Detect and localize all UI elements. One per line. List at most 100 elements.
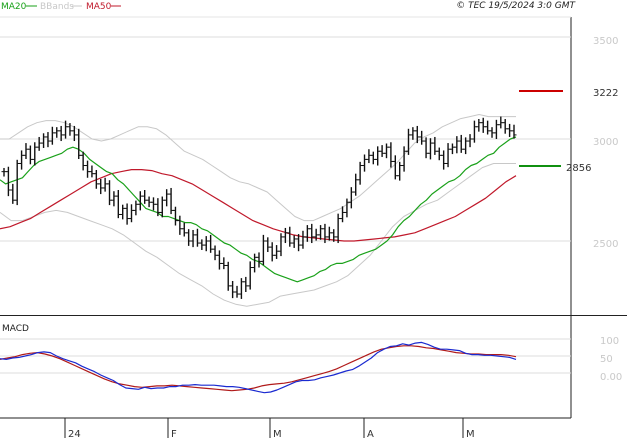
legend-ma20-label: MA20 [1, 2, 27, 12]
price-bar [410, 127, 416, 140]
price-tick-label: 3000 [593, 137, 618, 148]
price-bar [124, 203, 130, 225]
macd-tick-label: 100 [600, 336, 619, 347]
bollinger-bands [0, 114, 516, 307]
copyright-text: © TEC 19/5/2024 3:0 GMT [456, 1, 576, 11]
price-bar [335, 213, 341, 244]
price-bar [436, 147, 442, 161]
price-bar [190, 229, 196, 248]
price-bar [318, 225, 324, 240]
price-bar [493, 119, 499, 139]
price-bar [243, 276, 249, 292]
time-axis: 24 F M A M [64, 418, 475, 440]
macd-tick-label: 50 [600, 354, 613, 365]
price-tick-label: 2500 [593, 239, 618, 250]
price-bar [379, 145, 385, 157]
price-bar [89, 165, 95, 178]
price-bar [230, 280, 236, 299]
price-bar [41, 133, 47, 148]
price-bar [480, 117, 486, 133]
price-bar [247, 261, 253, 290]
price-bar [107, 180, 113, 206]
price-bar [384, 143, 389, 159]
price-bar [216, 250, 222, 270]
price-bar [19, 150, 25, 170]
price-bar [98, 178, 104, 195]
price-bar [208, 234, 214, 253]
price-axis: 3500 3000 2500 [593, 36, 618, 250]
price-bar [120, 204, 126, 220]
price-bar [54, 127, 60, 138]
price-bar [49, 126, 55, 145]
support-level-label: 2856 [566, 163, 591, 174]
resistance-level-label: 3222 [593, 88, 618, 99]
price-bar [485, 120, 491, 135]
price-bar [274, 245, 280, 259]
macd-tick-label: 0.00 [600, 372, 622, 383]
price-bar [212, 245, 218, 261]
price-bar [445, 143, 451, 168]
price-bar [467, 134, 473, 148]
price-bar [155, 198, 161, 217]
price-bar [463, 137, 469, 155]
price-bar [129, 204, 134, 223]
price-bar [353, 173, 359, 196]
price-bar [291, 235, 297, 248]
resistance-level: 3222 [519, 88, 618, 99]
chart-legend: MA20 BBands MA50 [1, 2, 121, 12]
support-level: 2856 [519, 163, 591, 174]
price-bar [150, 197, 156, 211]
price-bar [357, 161, 363, 185]
price-bar [344, 198, 350, 218]
price-bar [76, 128, 82, 159]
price-bar [221, 257, 227, 270]
price-bar [278, 233, 284, 257]
price-bar [366, 149, 372, 164]
price-bar [458, 134, 464, 153]
price-bar [260, 234, 266, 266]
price-bar [168, 187, 174, 215]
price-bar [63, 120, 69, 139]
price-bar [238, 278, 244, 299]
price-bar [405, 128, 411, 155]
price-bar [401, 146, 407, 172]
time-tick-label: A [367, 429, 374, 440]
price-bar [45, 132, 51, 148]
price-bar [397, 161, 403, 181]
price-bar [449, 143, 455, 155]
price-bar [427, 138, 433, 160]
price-bar [256, 252, 262, 268]
price-bar [502, 119, 508, 134]
price-bar [111, 191, 117, 207]
price-bar [441, 150, 447, 170]
price-bar [181, 222, 187, 237]
price-bar [300, 230, 306, 249]
price-bar [326, 226, 332, 241]
price-bar [304, 225, 310, 242]
price-bar [27, 145, 33, 165]
price-bar [234, 285, 240, 298]
macd-signal-line [0, 345, 517, 392]
price-bar [133, 200, 139, 216]
price-bar [14, 159, 20, 206]
macd-signal-series [0, 345, 517, 392]
time-tick-label: 24 [68, 429, 81, 440]
price-bar [322, 223, 328, 244]
bollinger-upper-line [0, 114, 516, 222]
price-bar [225, 261, 231, 291]
price-bar [5, 166, 11, 197]
time-tick-label: M [466, 429, 475, 440]
price-bar [375, 146, 381, 166]
price-bar [507, 123, 513, 137]
macd-panel-label: MACD [2, 324, 29, 334]
price-bar [269, 242, 275, 262]
price-bars [1, 116, 517, 299]
price-bar [186, 229, 192, 246]
price-bar [489, 127, 495, 138]
legend-ma50-label: MA50 [86, 2, 112, 12]
price-bar [1, 167, 7, 177]
price-bar [102, 177, 108, 192]
price-bar [67, 123, 73, 136]
price-bar [172, 206, 178, 226]
price-bar [32, 142, 38, 166]
